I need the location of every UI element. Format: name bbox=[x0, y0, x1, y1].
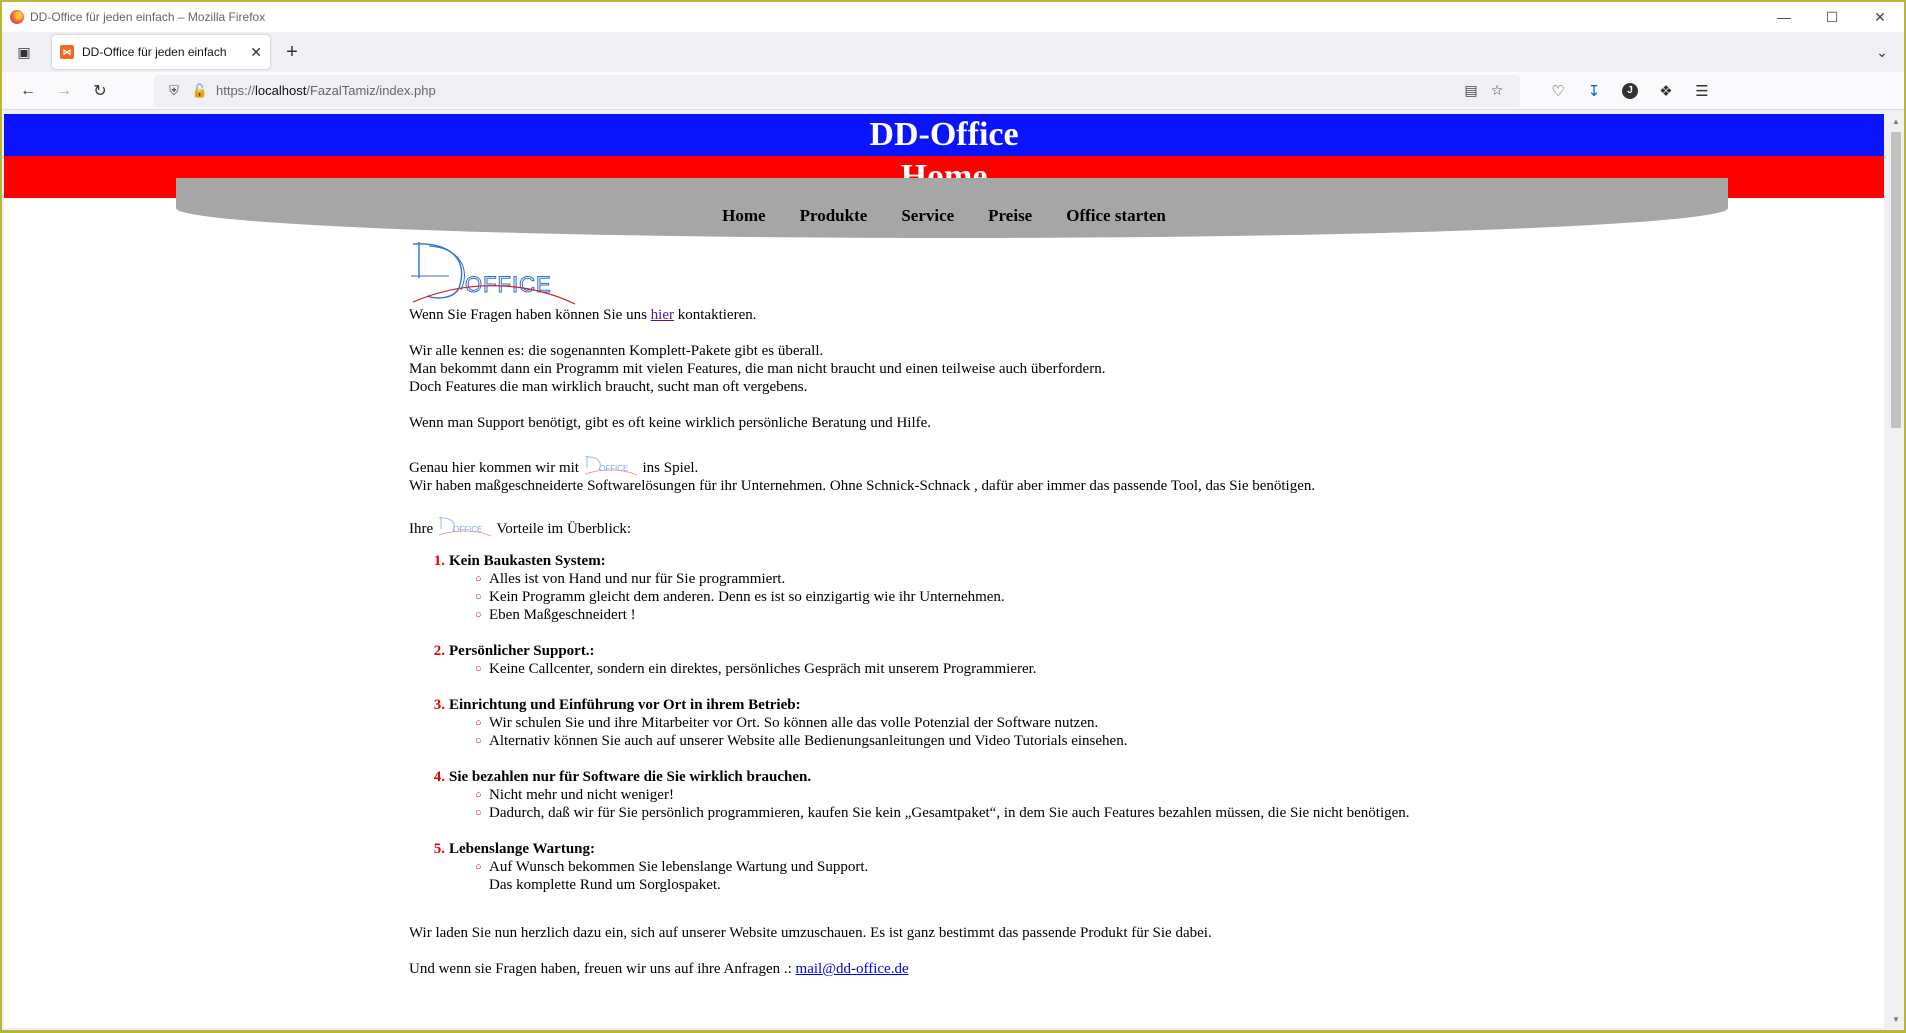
account-avatar-icon[interactable]: J bbox=[1612, 76, 1648, 106]
title-bar: DD-Office für jeden einfach – Mozilla Fi… bbox=[2, 2, 1904, 32]
logo-text: OFFICE bbox=[465, 272, 552, 297]
advantage-item: 3. Einrichtung und Einführung vor Ort in … bbox=[434, 696, 1509, 750]
main-content: OFFICE Wenn Sie Fragen haben können Sie … bbox=[409, 238, 1509, 978]
support-line: Wenn man Support benötigt, gibt es oft k… bbox=[409, 415, 932, 431]
list-all-tabs-icon[interactable]: ⌄ bbox=[1866, 44, 1898, 61]
advantage-detail: ○ Alternativ können Sie auch auf unserer … bbox=[475, 733, 1128, 749]
close-window-button[interactable]: ✕ bbox=[1856, 2, 1904, 32]
downloads-icon[interactable]: ↧ bbox=[1576, 76, 1612, 106]
advantage-detail: ○ Alles ist von Hand und nur für Sie prog… bbox=[475, 571, 786, 587]
advantage-item: 5. Lebenslange Wartung: ○ Auf Wunsch bekomm… bbox=[434, 840, 1509, 894]
advantage-extra: Das komplette Rund um Sorglospaket. bbox=[489, 877, 721, 893]
main-menu: Home Produkte Service Preise Office starten bbox=[4, 178, 1884, 238]
menu-item-office-starten[interactable]: Office starten bbox=[1066, 206, 1166, 226]
mail-line: Und wenn sie Fragen haben, freuen wir un… bbox=[409, 961, 909, 977]
window-title: DD-Office für jeden einfach – Mozilla Fi… bbox=[30, 10, 266, 24]
advantage-number: 4. bbox=[433, 769, 445, 785]
advantage-detail: ○ Auf Wunsch bekommen Sie lebenslange War… bbox=[475, 859, 869, 875]
advantage-detail: ○ Kein Programm gleicht dem anderen. Denn… bbox=[475, 589, 1005, 605]
advantage-number: 1. bbox=[433, 553, 445, 569]
firefox-logo-icon bbox=[10, 10, 24, 24]
circle-bullet-icon: ○ bbox=[475, 609, 482, 621]
advantage-number: 2. bbox=[433, 643, 445, 659]
reload-icon[interactable]: ↻ bbox=[82, 76, 118, 106]
circle-bullet-icon: ○ bbox=[475, 717, 482, 729]
advantage-detail: ○ Nicht mehr und nicht weniger! bbox=[475, 787, 674, 803]
pocket-icon[interactable]: ♡ bbox=[1540, 76, 1576, 106]
circle-bullet-icon: ○ bbox=[475, 861, 482, 873]
advantages-list: 1. Kein Baukasten System: ○ Alles ist von H… bbox=[434, 552, 1509, 894]
circle-bullet-icon: ○ bbox=[475, 591, 482, 603]
advantage-detail: ○ Dadurch, daß wir für Sie persönlich pro… bbox=[475, 805, 1410, 821]
xampp-favicon-icon: ⋈ bbox=[60, 45, 74, 59]
circle-bullet-icon: ○ bbox=[475, 789, 482, 801]
minimize-button[interactable]: — bbox=[1760, 2, 1808, 32]
menu-item-produkte[interactable]: Produkte bbox=[800, 206, 868, 226]
scroll-down-icon[interactable]: ▼ bbox=[1888, 1012, 1904, 1028]
tab-active[interactable]: ⋈ DD-Office für jeden einfach ✕ bbox=[52, 35, 270, 69]
tailored-line: Wir haben maßgeschneiderte Softwarelösun… bbox=[409, 478, 1316, 494]
firefox-view-icon[interactable]: ▣ bbox=[10, 38, 38, 66]
back-arrow-icon[interactable]: ← bbox=[10, 76, 46, 106]
close-tab-icon[interactable]: ✕ bbox=[250, 44, 262, 61]
advantage-number: 3. bbox=[433, 697, 445, 713]
intro-line-3: Doch Features die man wirklich braucht, … bbox=[409, 379, 808, 395]
advantage-title: Persönlicher Support.: bbox=[449, 643, 595, 659]
vertical-scrollbar[interactable]: ▲ ▼ bbox=[1888, 114, 1904, 1028]
mail-link[interactable]: mail@dd-office.de bbox=[796, 961, 909, 977]
dd-office-small-logo: OFFICE bbox=[584, 456, 637, 476]
advantage-detail: ○ Eben Maßgeschneidert ! bbox=[475, 607, 636, 623]
invite-line: Wir laden Sie nun herzlich dazu ein, sic… bbox=[409, 925, 1212, 941]
lock-icon[interactable]: 🔓 bbox=[190, 83, 210, 99]
scroll-up-icon[interactable]: ▲ bbox=[1888, 114, 1904, 130]
advantage-item: 1. Kein Baukasten System: ○ Alles ist von H… bbox=[434, 552, 1509, 624]
circle-bullet-icon: ○ bbox=[475, 573, 482, 585]
advantage-title: Lebenslange Wartung: bbox=[449, 841, 595, 857]
circle-bullet-icon: ○ bbox=[475, 735, 482, 747]
svg-text:OFFICE: OFFICE bbox=[599, 464, 628, 473]
forward-arrow-icon[interactable]: → bbox=[46, 76, 82, 106]
advantage-number: 5. bbox=[433, 841, 445, 857]
genau-line: Genau hier kommen wir mit OFFICE ins Spi… bbox=[409, 454, 1509, 477]
menu-item-home[interactable]: Home bbox=[722, 206, 765, 226]
dd-office-small-logo: OFFICE bbox=[438, 517, 492, 537]
contact-line: Wenn Sie Fragen haben können Sie uns hie… bbox=[409, 307, 757, 323]
url-text[interactable]: https://localhost/FazalTamiz/index.php bbox=[216, 83, 1458, 98]
contact-link[interactable]: hier bbox=[651, 307, 674, 323]
navigation-bar: ← → ↻ ⛨ 🔓 https://localhost/FazalTamiz/i… bbox=[2, 72, 1904, 110]
intro-line-2: Man bekommt dann ein Programm mit vielen… bbox=[409, 361, 1106, 377]
menu-item-service[interactable]: Service bbox=[901, 206, 954, 226]
maximize-button[interactable]: ☐ bbox=[1808, 2, 1856, 32]
advantage-title: Kein Baukasten System: bbox=[449, 553, 606, 569]
circle-bullet-icon: ○ bbox=[475, 807, 482, 819]
site-header: DD-Office bbox=[4, 114, 1884, 156]
tab-bar: ▣ ⋈ DD-Office für jeden einfach ✕ + ⌄ bbox=[2, 32, 1904, 72]
advantage-title: Sie bezahlen nur für Software die Sie wi… bbox=[449, 769, 812, 785]
scrollbar-thumb[interactable] bbox=[1891, 132, 1901, 428]
advantage-title: Einrichtung und Einführung vor Ort in ih… bbox=[449, 697, 801, 713]
advantage-item: 2. Persönlicher Support.: ○ Keine Callcente… bbox=[434, 642, 1509, 678]
advantage-detail: ○ Keine Callcenter, sondern ein direktes,… bbox=[475, 661, 1037, 677]
tab-title: DD-Office für jeden einfach bbox=[82, 45, 227, 59]
advantage-detail: ○ Wir schulen Sie und ihre Mitarbeiter vo… bbox=[475, 715, 1099, 731]
advantage-item: 4. Sie bezahlen nur für Software die Sie … bbox=[434, 768, 1509, 822]
circle-bullet-icon: ○ bbox=[475, 663, 482, 675]
new-tab-button[interactable]: + bbox=[276, 36, 308, 68]
extensions-icon[interactable]: ❖ bbox=[1648, 76, 1684, 106]
intro-line-1: Wir alle kennen es: die sogenannten Komp… bbox=[409, 343, 824, 359]
svg-text:OFFICE: OFFICE bbox=[453, 525, 482, 534]
page-viewport: DD-Office Home Home Produkte Service Preise… bbox=[4, 114, 1884, 1028]
menu-hamburger-icon[interactable]: ☰ bbox=[1684, 76, 1720, 106]
url-bar[interactable]: ⛨ 🔓 https://localhost/FazalTamiz/index.p… bbox=[154, 74, 1520, 107]
reader-view-icon[interactable]: ▤ bbox=[1458, 82, 1484, 99]
ihre-line: Ihre OFFICE Vorteile im Überblick: bbox=[409, 515, 1509, 538]
menu-item-preise[interactable]: Preise bbox=[988, 206, 1032, 226]
dd-office-logo: OFFICE bbox=[411, 242, 576, 305]
bookmark-star-icon[interactable]: ☆ bbox=[1484, 82, 1510, 99]
shield-icon[interactable]: ⛨ bbox=[164, 83, 184, 99]
